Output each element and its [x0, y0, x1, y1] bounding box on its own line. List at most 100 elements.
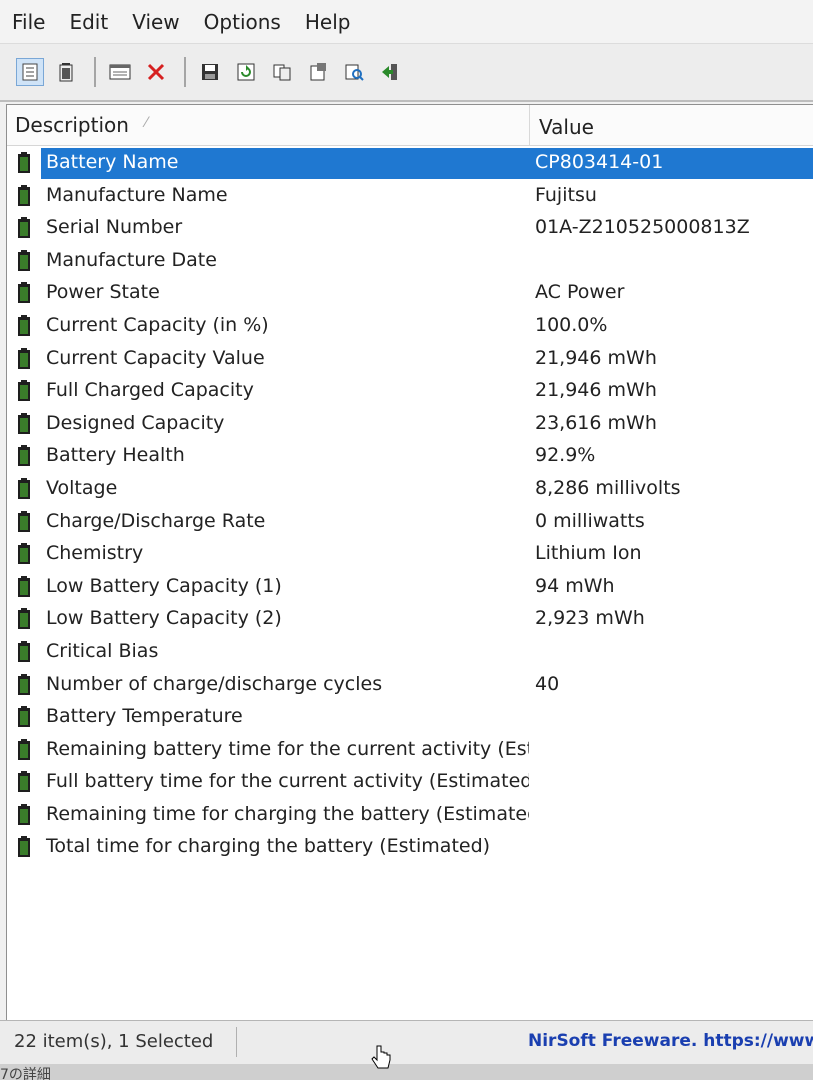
row-description: Battery Health — [46, 444, 185, 467]
row-value: 23,616 mWh — [535, 411, 657, 434]
toolbar-separator — [94, 57, 96, 87]
list-item[interactable]: Battery Temperature — [7, 701, 813, 734]
html-report-icon[interactable] — [304, 58, 332, 86]
battery-icon — [18, 836, 30, 858]
row-description: Voltage — [46, 476, 118, 499]
row-value: 40 — [535, 672, 560, 695]
row-value: 94 mWh — [535, 574, 615, 597]
battery-view-icon[interactable] — [52, 58, 80, 86]
row-description: Charge/Discharge Rate — [46, 509, 266, 532]
save-icon[interactable] — [196, 58, 224, 86]
list-item[interactable]: Voltage 8,286 millivolts — [7, 473, 813, 506]
battery-icon — [18, 282, 30, 304]
copy-icon[interactable] — [268, 58, 296, 86]
status-bar: 22 item(s), 1 Selected NirSoft Freeware.… — [0, 1020, 813, 1065]
battery-icon — [18, 543, 30, 565]
row-description: Battery Temperature — [46, 705, 243, 728]
battery-properties-list[interactable]: Description ⁄ Value Battery Name CP803414… — [6, 104, 813, 1021]
row-value: 21,946 mWh — [535, 346, 657, 369]
list-item[interactable]: Manufacture Name Fujitsu — [7, 180, 813, 213]
battery-icon — [18, 347, 30, 369]
list-header: Description ⁄ Value — [7, 105, 813, 146]
sort-indicator-icon: ⁄ — [145, 115, 148, 131]
menu-bar: File Edit View Options Help — [0, 0, 813, 44]
column-header-description[interactable]: Description — [15, 113, 129, 137]
details-view-icon[interactable] — [16, 58, 44, 86]
list-item[interactable]: Charge/Discharge Rate 0 milliwatts — [7, 506, 813, 539]
menu-file[interactable]: File — [12, 10, 45, 34]
battery-icon — [18, 184, 30, 206]
battery-info-window: File Edit View Options Help Description … — [0, 0, 813, 1080]
column-header-value[interactable]: Value — [539, 115, 594, 139]
list-item[interactable]: Battery Health 92.9% — [7, 440, 813, 473]
list-item[interactable]: Battery Name CP803414-01 — [7, 147, 813, 180]
row-value: 92.9% — [535, 444, 596, 467]
list-item[interactable]: Remaining time for charging the battery … — [7, 799, 813, 832]
list-item[interactable]: Full Charged Capacity 21,946 mWh — [7, 375, 813, 408]
list-rows: Battery Name CP803414-01 Manufacture Name F… — [7, 147, 813, 864]
list-item[interactable]: Designed Capacity 23,616 mWh — [7, 408, 813, 441]
battery-icon — [18, 314, 30, 336]
row-value: 21,946 mWh — [535, 379, 657, 402]
status-item-count: 22 item(s), 1 Selected — [14, 1031, 214, 1052]
row-description: Manufacture Date — [46, 248, 217, 271]
row-description: Low Battery Capacity (1) — [46, 574, 282, 597]
menu-options[interactable]: Options — [204, 10, 281, 34]
menu-view[interactable]: View — [132, 10, 179, 34]
battery-icon — [18, 217, 30, 239]
battery-icon — [18, 249, 30, 271]
list-item[interactable]: Manufacture Date — [7, 245, 813, 278]
row-value: 0 milliwatts — [535, 509, 645, 532]
row-value: CP803414-01 — [535, 151, 664, 173]
row-value: AC Power — [535, 281, 625, 304]
row-description: Total time for charging the battery (Est… — [46, 835, 491, 858]
exit-icon[interactable] — [376, 58, 404, 86]
toolbar — [0, 44, 813, 102]
delete-icon[interactable] — [142, 58, 170, 86]
menu-help[interactable]: Help — [305, 10, 351, 34]
list-item[interactable]: Current Capacity Value 21,946 mWh — [7, 343, 813, 376]
row-value: 2,923 mWh — [535, 607, 645, 630]
list-item[interactable]: Power State AC Power — [7, 277, 813, 310]
list-item[interactable]: Critical Bias — [7, 636, 813, 669]
refresh-icon[interactable] — [232, 58, 260, 86]
battery-icon — [18, 412, 30, 434]
row-description: Full Charged Capacity — [46, 379, 254, 402]
row-description: Full battery time for the current activi… — [46, 770, 529, 793]
row-description: Low Battery Capacity (2) — [46, 607, 282, 630]
list-item[interactable]: Low Battery Capacity (1) 94 mWh — [7, 571, 813, 604]
row-description: Serial Number — [46, 216, 183, 239]
menu-edit[interactable]: Edit — [69, 10, 108, 34]
row-description: Number of charge/discharge cycles — [46, 672, 383, 695]
list-item[interactable]: Total time for charging the battery (Est… — [7, 831, 813, 864]
row-description: Remaining time for charging the battery … — [46, 802, 529, 825]
row-description: Current Capacity (in %) — [46, 313, 269, 336]
battery-icon — [18, 477, 30, 499]
battery-icon — [18, 510, 30, 532]
row-description: Battery Name — [43, 150, 182, 174]
row-value: 01A-Z210525000813Z — [535, 216, 750, 239]
list-item[interactable]: Serial Number 01A-Z210525000813Z — [7, 212, 813, 245]
battery-icon — [18, 706, 30, 728]
battery-icon — [18, 152, 30, 173]
list-item[interactable]: Remaining battery time for the current a… — [7, 734, 813, 767]
nirsoft-link[interactable]: NirSoft Freeware. https://www. — [528, 1031, 813, 1051]
battery-icon — [18, 640, 30, 662]
row-description: Current Capacity Value — [46, 346, 265, 369]
properties-icon[interactable] — [106, 58, 134, 86]
list-item[interactable]: Full battery time for the current activi… — [7, 766, 813, 799]
list-item[interactable]: Current Capacity (in %) 100.0% — [7, 310, 813, 343]
list-item[interactable]: Chemistry Lithium Ion — [7, 538, 813, 571]
battery-icon — [18, 673, 30, 695]
battery-icon — [18, 380, 30, 402]
find-icon[interactable] — [340, 58, 368, 86]
list-item[interactable]: Number of charge/discharge cycles 40 — [7, 669, 813, 702]
list-item[interactable]: Low Battery Capacity (2) 2,923 mWh — [7, 603, 813, 636]
battery-icon — [18, 445, 30, 467]
row-description: Remaining battery time for the current a… — [46, 737, 529, 760]
taskbar-strip: 7の詳細 — [0, 1064, 813, 1080]
battery-icon — [18, 738, 30, 760]
column-divider[interactable] — [529, 105, 530, 145]
taskbar-text: 7の詳細 — [0, 1067, 51, 1080]
battery-icon — [18, 803, 30, 825]
